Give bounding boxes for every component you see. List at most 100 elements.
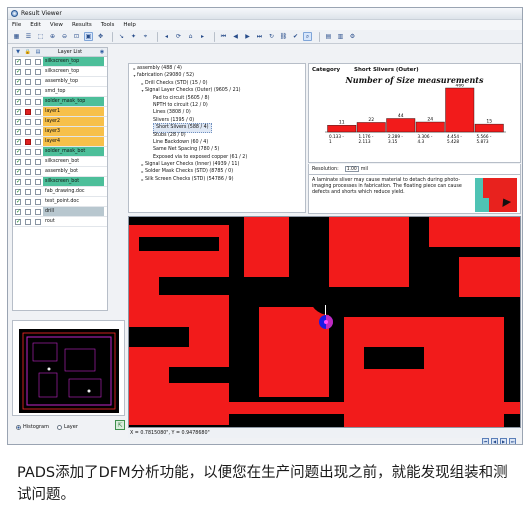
menu-file[interactable]: File (12, 22, 21, 28)
tree-node[interactable]: ▸ Silk Screen Checks (STD) (54786 / 9) (129, 176, 305, 183)
layer-visible-checkbox[interactable] (15, 198, 21, 205)
layer-highlight-checkbox[interactable] (25, 58, 31, 65)
next-button[interactable]: ▶ (500, 438, 507, 444)
lock-icon[interactable]: 🔒 (23, 49, 33, 55)
layer-visible-checkbox[interactable] (15, 68, 21, 75)
tree-node[interactable]: Exposed via to exposed copper (61 / 2) (129, 154, 305, 161)
histogram-bar[interactable] (445, 87, 475, 133)
layer-highlight-checkbox[interactable] (25, 188, 31, 195)
first-result-icon[interactable]: ⏮ (219, 32, 228, 41)
layer-visible-checkbox[interactable] (15, 78, 21, 85)
histogram-bar[interactable] (415, 121, 445, 133)
layer-highlight-checkbox[interactable] (25, 218, 31, 225)
settings-icon[interactable]: ⚙ (348, 32, 357, 41)
fit-view-icon[interactable]: ▣ (84, 32, 93, 41)
layer-highlight-checkbox[interactable] (25, 98, 31, 105)
measure-icon[interactable]: ↘ (117, 32, 126, 41)
menu-view[interactable]: View (50, 22, 63, 28)
layer-select-checkbox[interactable] (35, 138, 41, 145)
layer-visible-checkbox[interactable] (15, 158, 21, 165)
layer-select-checkbox[interactable] (35, 168, 41, 175)
violation-marker[interactable] (316, 312, 336, 332)
histogram-bar[interactable] (474, 123, 504, 133)
select-icon[interactable]: ⬚ (36, 32, 45, 41)
layer-row[interactable]: drill (13, 207, 107, 217)
layer-visible-checkbox[interactable] (15, 118, 21, 125)
histogram-bar[interactable] (356, 122, 386, 133)
layer-row[interactable]: rout (13, 217, 107, 227)
menu-tools[interactable]: Tools (101, 22, 115, 28)
layer-visible-checkbox[interactable] (15, 218, 21, 225)
prev-button[interactable]: ◀ (491, 438, 498, 444)
layer-visible-checkbox[interactable] (15, 188, 21, 195)
layer-select-checkbox[interactable] (35, 188, 41, 195)
tree-node[interactable]: Short Slivers (588 / 4) (129, 123, 305, 133)
layer-row[interactable]: solder_mask_top (13, 97, 107, 107)
tree-node[interactable]: Pad to circuit (5605 / 8) (129, 95, 305, 102)
layer-row[interactable]: layer2 (13, 117, 107, 127)
search-icon[interactable]: ⌕ (303, 32, 312, 41)
prev-result-icon[interactable]: ◀ (231, 32, 240, 41)
layer-visible-checkbox[interactable] (15, 108, 21, 115)
layer-row[interactable]: silkscreen_bot (13, 157, 107, 167)
resolution-input[interactable]: 1.00 (344, 166, 359, 172)
last-button[interactable]: ⏭ (509, 438, 516, 444)
grid-view-icon[interactable]: ▦ (12, 32, 21, 41)
first-button[interactable]: ⏮ (482, 438, 489, 444)
layer-highlight-checkbox[interactable] (25, 68, 31, 75)
filter-icon[interactable]: ▼ (13, 49, 23, 55)
layer-select-checkbox[interactable] (35, 218, 41, 225)
link-icon[interactable]: ⛓ (279, 32, 288, 41)
layer-row[interactable]: silkscreen_top (13, 67, 107, 77)
layer-select-checkbox[interactable] (35, 98, 41, 105)
layer-visible-checkbox[interactable] (15, 58, 21, 65)
tree-node[interactable]: Line Backdown (60 / 4) (129, 139, 305, 146)
layer-select-checkbox[interactable] (35, 58, 41, 65)
board-preview[interactable] (12, 320, 125, 416)
filter-icon[interactable]: ⌖ (141, 32, 150, 41)
layers-icon[interactable]: ▤ (33, 49, 43, 55)
eye-icon[interactable]: ◉ (97, 49, 107, 55)
tree-node[interactable]: NPTH to circuit (12 / 0) (129, 102, 305, 109)
layer-row[interactable]: smd_top (13, 87, 107, 97)
layer-row[interactable]: silkscreen_top (13, 57, 107, 67)
layer-visible-checkbox[interactable] (15, 178, 21, 185)
layer-row[interactable]: assembly_top (13, 77, 107, 87)
next-result-icon[interactable]: ▶ (243, 32, 252, 41)
layer-select-checkbox[interactable] (35, 78, 41, 85)
layer-visible-checkbox[interactable] (15, 98, 21, 105)
layer-visible-checkbox[interactable] (15, 128, 21, 135)
layer-visible-checkbox[interactable] (15, 148, 21, 155)
layer-highlight-checkbox[interactable] (25, 108, 31, 115)
tree-node[interactable]: ▸ Signal Layer Checks (Inner) (4939 / 11) (129, 161, 305, 168)
tree-node[interactable]: ▸ assembly (488 / 4) (129, 65, 305, 72)
table-icon[interactable]: ▥ (336, 32, 345, 41)
layer-select-checkbox[interactable] (35, 118, 41, 125)
tree-node[interactable]: ▾ fabrication (29080 / 52) (129, 72, 305, 79)
layer-select-checkbox[interactable] (35, 128, 41, 135)
refresh-icon[interactable]: ⟳ (174, 32, 183, 41)
last-result-icon[interactable]: ⏭ (255, 32, 264, 41)
layer-row[interactable]: layer4 (13, 137, 107, 147)
list-view-icon[interactable]: ☰ (24, 32, 33, 41)
zoom-window-icon[interactable]: ⊡ (72, 32, 81, 41)
zoom-out-icon[interactable]: ⊖ (60, 32, 69, 41)
board-thumbnail[interactable] (19, 329, 119, 413)
layer-row[interactable]: layer1 (13, 107, 107, 117)
previous-view-icon[interactable]: ◂ (162, 32, 171, 41)
approve-icon[interactable]: ✔ (291, 32, 300, 41)
home-icon[interactable]: ⌂ (186, 32, 195, 41)
layer-highlight-checkbox[interactable] (25, 158, 31, 165)
layer-row[interactable]: assembly_bot (13, 167, 107, 177)
layer-highlight-checkbox[interactable] (25, 208, 31, 215)
histogram-radio[interactable] (16, 424, 21, 430)
tree-node[interactable]: Lines (3808 / 0) (129, 109, 305, 116)
histogram-bar[interactable] (386, 118, 416, 133)
histogram-bar[interactable] (327, 125, 357, 133)
layer-select-checkbox[interactable] (35, 108, 41, 115)
layer-highlight-checkbox[interactable] (25, 198, 31, 205)
menu-edit[interactable]: Edit (30, 22, 41, 28)
pan-icon[interactable]: ✥ (96, 32, 105, 41)
layer-highlight-checkbox[interactable] (25, 128, 31, 135)
tree-node[interactable]: ▸ Solder Mask Checks (STD) (8785 / 0) (129, 168, 305, 175)
